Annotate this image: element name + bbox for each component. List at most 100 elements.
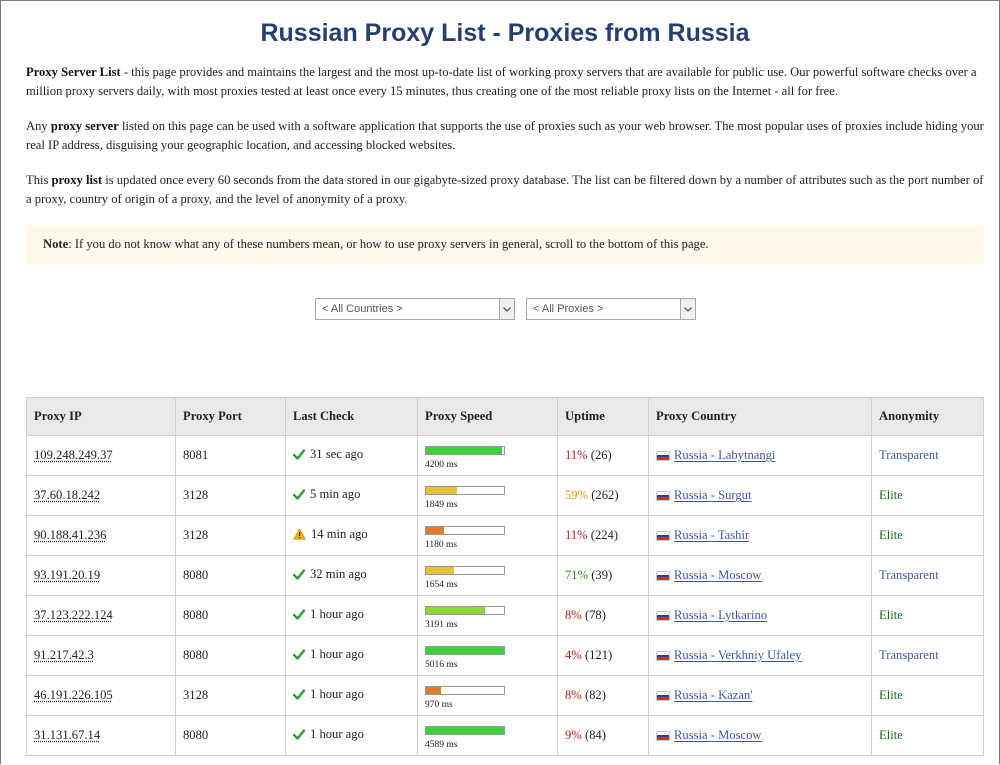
last-check: 31 sec ago [293,447,363,462]
header-proxy-ip[interactable]: Proxy IP [26,397,176,436]
speed-bar [425,725,505,735]
chevron-down-icon[interactable] [680,299,695,319]
header-proxy-country[interactable]: Proxy Country [648,397,872,436]
check-icon [293,649,305,660]
proxy-ip[interactable]: 31.131.67.14 [26,715,176,756]
proxy-speed-cell: 970 ms [417,675,558,716]
proxy-port: 8080 [175,555,286,596]
anonymity-cell: Elite [871,675,984,716]
uptime-cell: 9% (84) [557,715,649,756]
uptime-percent: 4% [565,648,582,662]
proxy-ip[interactable]: 93.191.20.19 [26,555,176,596]
country-link[interactable]: Russia - Moscow [674,728,761,742]
header-proxy-speed[interactable]: Proxy Speed [417,397,558,436]
proxy-port: 3128 [175,515,286,556]
uptime-count: (262) [588,488,619,502]
proxy-ip[interactable]: 109.248.249.37 [26,435,176,476]
table-row: 90.188.41.236 3128 14 min ago 1180 ms 11… [26,515,984,556]
table-header-row: Proxy IP Proxy Port Last Check Proxy Spe… [26,397,984,436]
uptime-count: (84) [581,728,606,742]
russia-flag-icon [656,451,670,462]
proxy-ip[interactable]: 46.191.226.105 [26,675,176,716]
uptime-cell: 8% (78) [557,595,649,636]
proxies-select[interactable]: < All Proxies > [526,298,696,320]
russia-flag-icon [656,611,670,622]
anonymity-cell: Transparent [871,635,984,676]
proxy-ip[interactable]: 91.217.42.3 [26,635,176,676]
chevron-down-icon[interactable] [499,299,514,319]
proxy-country-cell: Russia - Surgut [648,475,872,516]
last-check-text: 1 hour ago [310,727,364,741]
speed-bar [425,645,505,655]
intro-3-pre: This [26,173,52,187]
uptime-count: (78) [581,608,606,622]
intro-3-text: is updated once every 60 seconds from th… [26,173,984,206]
uptime-cell: 4% (121) [557,635,649,676]
check-icon [293,569,305,580]
country-link[interactable]: Russia - Kazan' [674,688,753,702]
anonymity-level: Transparent [879,568,939,582]
proxy-speed-cell: 1180 ms [417,515,558,556]
table-row: 91.217.42.3 8080 1 hour ago 5016 ms 4% (… [26,635,984,676]
intro-2-text: listed on this page can be used with a s… [26,119,984,152]
last-check-cell: 5 min ago [285,475,418,516]
header-proxy-port[interactable]: Proxy Port [175,397,286,436]
check-icon [293,729,305,740]
anonymity-level: Elite [879,728,903,742]
proxy-country-cell: Russia - Kazan' [648,675,872,716]
note-label: Note [43,237,69,251]
russia-flag-icon [656,691,670,702]
proxy-speed-cell: 1849 ms [417,475,558,516]
anonymity-cell: Transparent [871,435,984,476]
proxy-ip[interactable]: 37.123.222.124 [26,595,176,636]
country-link[interactable]: Russia - Surgut [674,488,751,502]
speed-ms: 1654 ms [425,579,458,590]
speed-ms: 4589 ms [425,739,458,750]
uptime-cell: 8% (82) [557,675,649,716]
uptime-percent: 8% [565,608,582,622]
proxy-ip[interactable]: 37.60.18.242 [26,475,176,516]
last-check-text: 31 sec ago [310,447,364,461]
anonymity-cell: Elite [871,715,984,756]
table-row: 31.131.67.14 8080 1 hour ago 4589 ms 9% … [26,715,984,756]
last-check-cell: 1 hour ago [285,595,418,636]
country-link[interactable]: Russia - Labytnangi [674,448,775,462]
country-select[interactable]: < All Countries > [315,298,515,320]
intro-paragraph-1: Proxy Server List - this page provides a… [26,63,986,101]
check-icon [293,449,305,460]
uptime-cell: 11% (224) [557,515,649,556]
speed-ms: 1849 ms [425,499,458,510]
anonymity-level: Elite [879,528,903,542]
table-row: 46.191.226.105 3128 1 hour ago 970 ms 8%… [26,675,984,716]
last-check: 32 min ago [293,567,367,582]
uptime-count: (82) [581,688,606,702]
check-icon [293,689,305,700]
anonymity-level: Transparent [879,448,939,462]
anonymity-cell: Transparent [871,555,984,596]
proxy-ip[interactable]: 90.188.41.236 [26,515,176,556]
proxy-port: 8080 [175,595,286,636]
speed-bar-fill [426,486,458,494]
proxy-country-cell: Russia - Verkhniy Ufaley [648,635,872,676]
proxy-port: 8081 [175,435,286,476]
uptime-percent: 71% [565,568,589,582]
uptime-percent: 9% [565,728,582,742]
speed-bar [425,565,505,575]
speed-ms: 1180 ms [425,539,458,550]
country-link[interactable]: Russia - Tashir [674,528,749,542]
header-last-check[interactable]: Last Check [285,397,418,436]
header-uptime[interactable]: Uptime [557,397,649,436]
last-check-cell: 31 sec ago [285,435,418,476]
country-link[interactable]: Russia - Moscow [674,568,761,582]
country-link[interactable]: Russia - Verkhniy Ufaley [674,648,801,662]
header-anonymity[interactable]: Anonymity [871,397,984,436]
speed-bar-fill [426,646,504,654]
intro-3-bold: proxy list [51,173,103,187]
proxy-speed-cell: 3191 ms [417,595,558,636]
proxy-speed-cell: 4589 ms [417,715,558,756]
russia-flag-icon [656,731,670,742]
anonymity-level: Elite [879,488,903,502]
country-link[interactable]: Russia - Lytkarino [674,608,767,622]
speed-bar [425,445,505,455]
check-icon [293,609,305,620]
